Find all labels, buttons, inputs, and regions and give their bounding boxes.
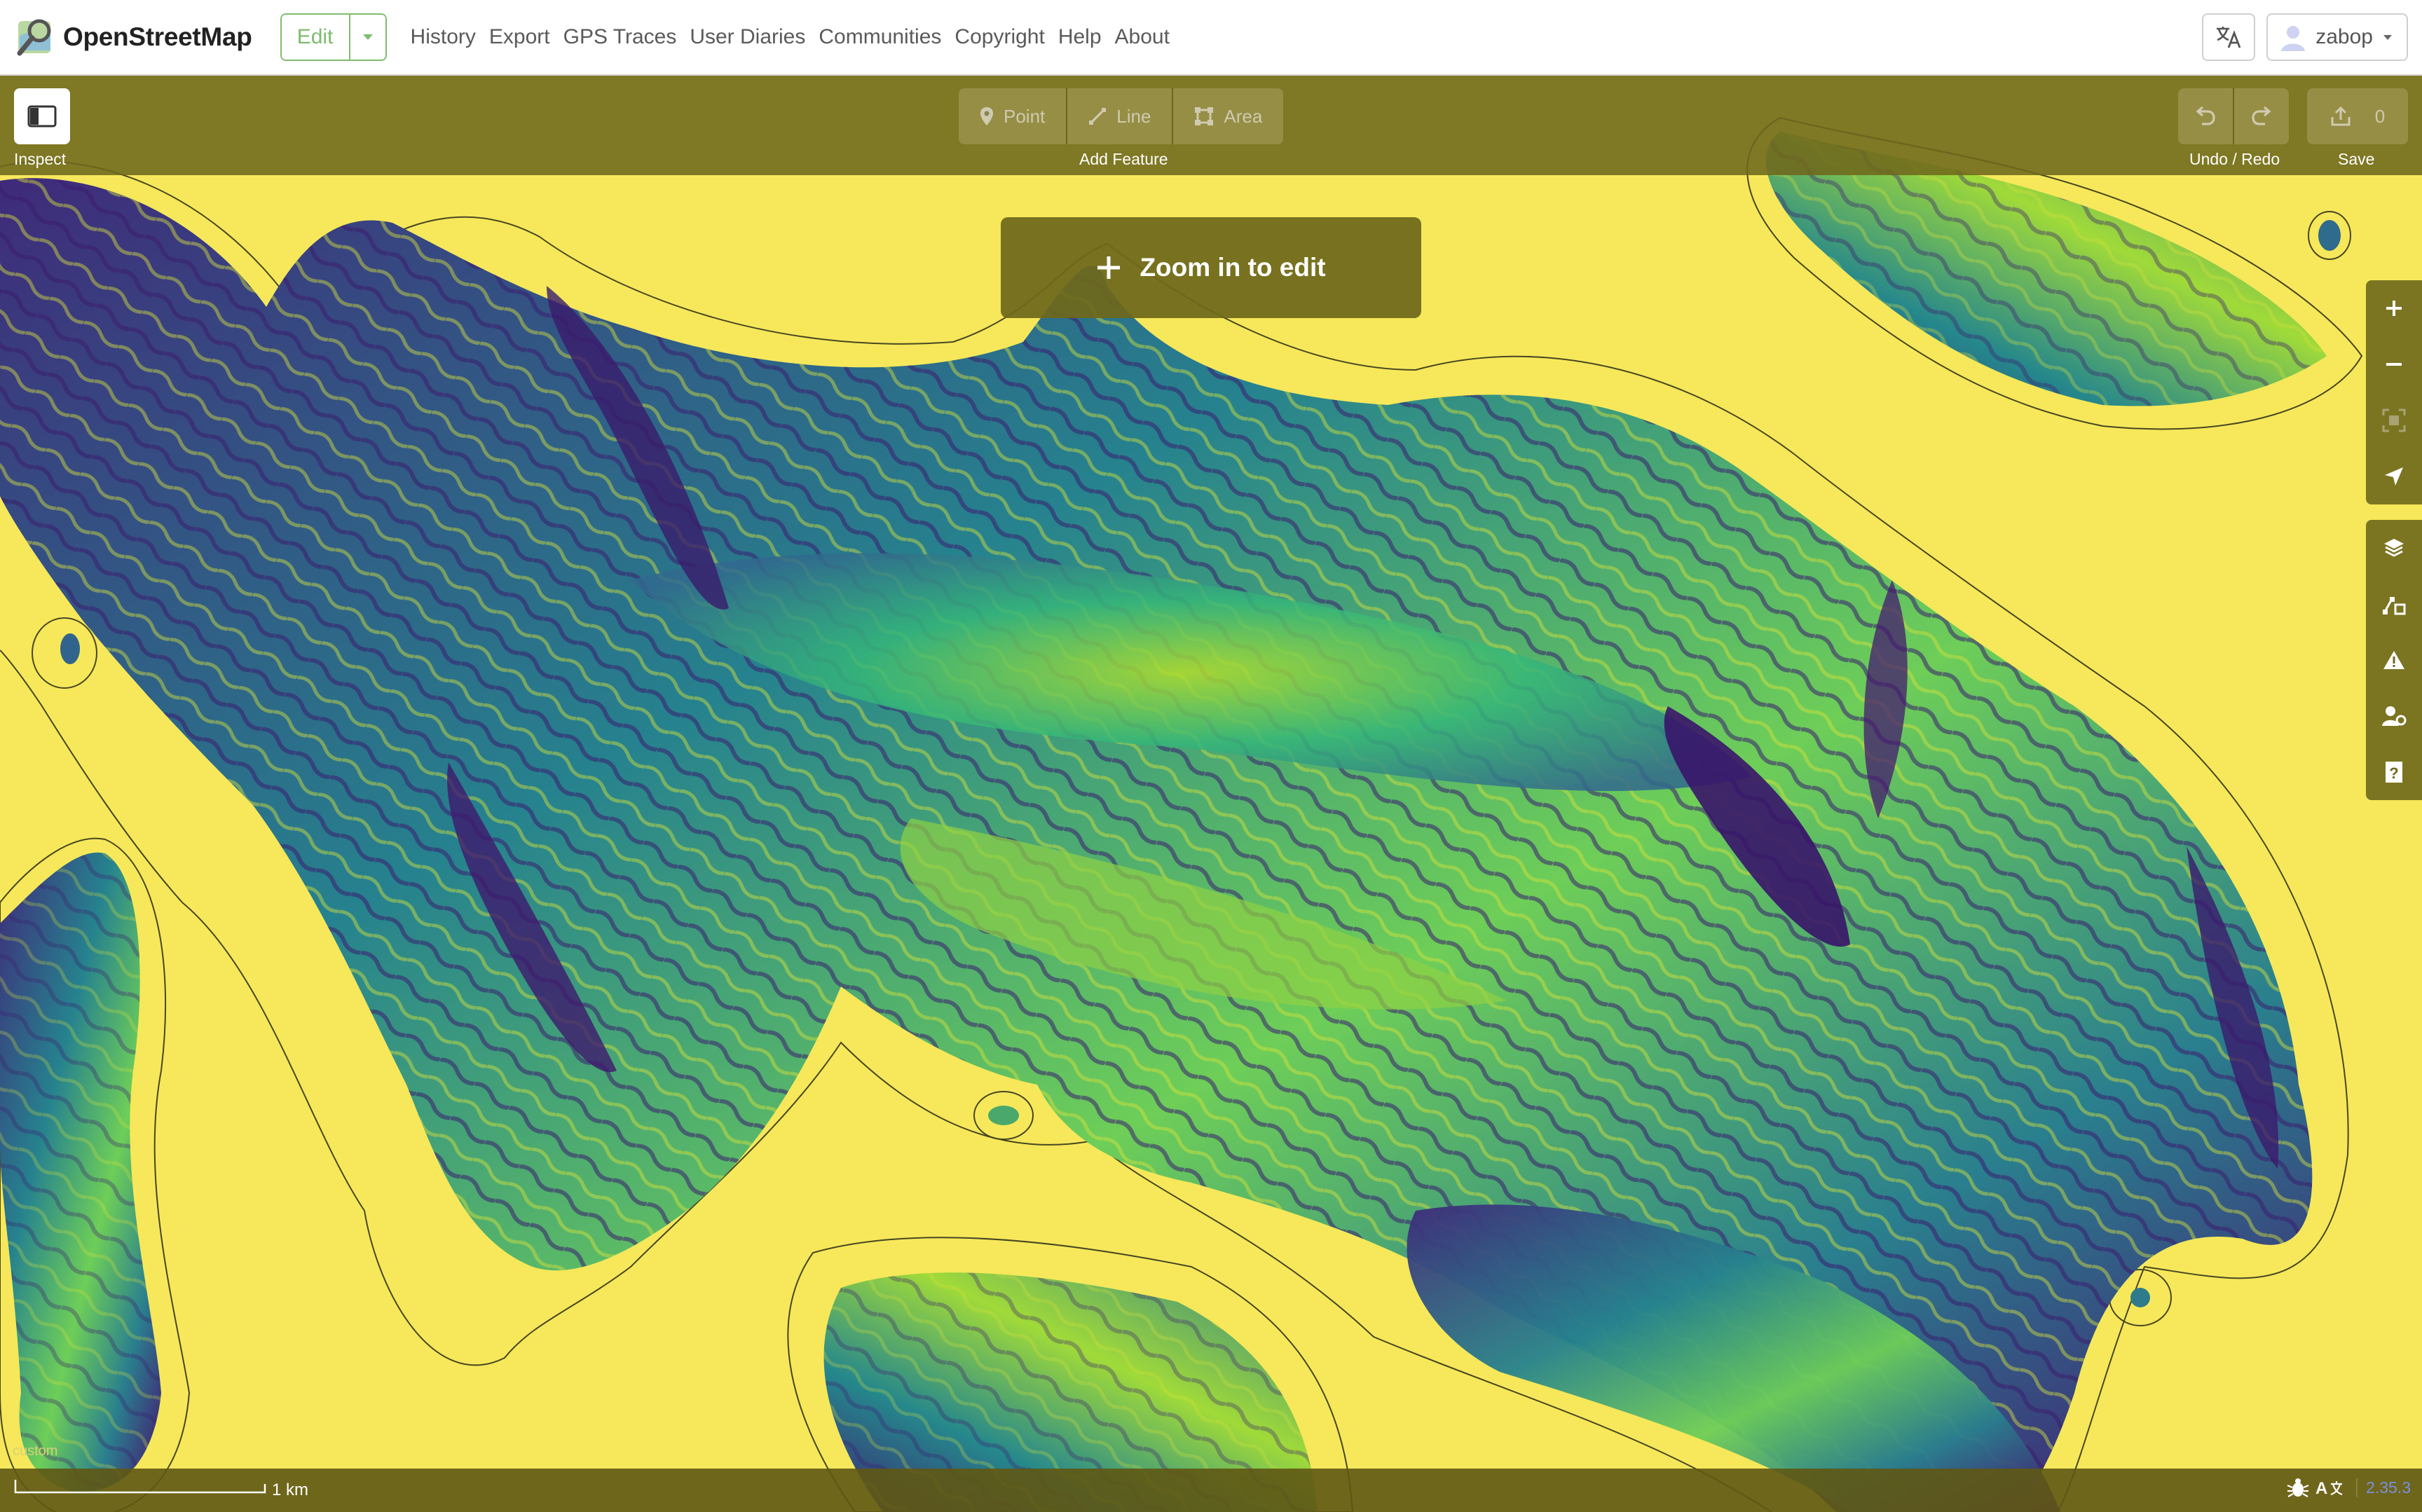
help-icon: ? <box>2386 762 2402 783</box>
redo-button[interactable] <box>2234 88 2289 144</box>
save-button[interactable]: 0 <box>2307 88 2408 144</box>
translate-icon <box>2217 27 2241 48</box>
svg-text:?: ? <box>2389 764 2398 782</box>
imagery-attribution: custom <box>13 1443 58 1459</box>
version-label[interactable]: 2.35.3 <box>2356 1478 2411 1497</box>
add-feature-modes: Point Line Area <box>959 88 1284 144</box>
nav-communities[interactable]: Communities <box>819 25 941 49</box>
map-data-icon <box>2383 597 2406 615</box>
sidebar-toggle-icon <box>27 105 57 128</box>
main-nav: History Export GPS Traces User Diaries C… <box>411 25 1183 49</box>
nav-export[interactable]: Export <box>489 25 550 49</box>
footer-right: A 2.35.3 <box>2280 1477 2411 1498</box>
nav-copyright[interactable]: Copyright <box>955 25 1044 49</box>
help-pane-button[interactable]: ? <box>2366 744 2422 800</box>
panel-controls: ? <box>2366 520 2422 800</box>
upload-icon <box>2331 106 2351 126</box>
background-layers-icon <box>2384 539 2404 557</box>
nav-help[interactable]: Help <box>1058 25 1102 49</box>
edit-dropdown-toggle[interactable] <box>350 15 385 60</box>
line-icon <box>1089 108 1107 125</box>
osm-logo-icon <box>17 19 51 56</box>
zoom-in-to-edit-label: Zoom in to edit <box>1140 253 1326 282</box>
zoom-in-icon <box>2386 301 2402 316</box>
preferences-pane-button[interactable] <box>2366 688 2422 744</box>
zoom-in-button[interactable] <box>2366 280 2422 336</box>
point-label: Point <box>1004 105 1046 127</box>
bug-icon[interactable] <box>2286 1477 2310 1498</box>
undo-redo-label: Undo / Redo <box>2189 150 2280 168</box>
site-name: OpenStreetMap <box>63 22 252 51</box>
osm-logo-link[interactable]: OpenStreetMap <box>14 0 252 74</box>
redo-icon <box>2252 106 2271 125</box>
zoom-out-icon <box>2386 363 2402 366</box>
chevron-down-icon <box>362 34 373 40</box>
undo-button[interactable] <box>2178 88 2234 144</box>
edit-button[interactable]: Edit <box>281 15 350 60</box>
header-right: zabop <box>2202 13 2408 61</box>
background-pane-button[interactable] <box>2366 520 2422 576</box>
inspect-label: Inspect <box>14 150 67 168</box>
svg-text:A: A <box>2315 1479 2327 1498</box>
user-menu-button[interactable]: zabop <box>2266 13 2408 61</box>
area-label: Area <box>1224 105 1263 127</box>
undo-icon <box>2196 106 2215 125</box>
add-point-button[interactable]: Point <box>959 88 1068 144</box>
map-footer: 1 km A 2.35.3 <box>0 1469 2422 1512</box>
edit-count: 0 <box>2374 105 2386 127</box>
editor-toolbar: Inspect Point Line Area Add Feature Undo… <box>0 76 2422 175</box>
nav-about[interactable]: About <box>1115 25 1170 49</box>
zoom-in-to-edit-button[interactable]: Zoom in to edit <box>1001 217 1421 318</box>
zoom-to-selection-icon <box>2382 408 2406 432</box>
zoom-out-button[interactable] <box>2366 336 2422 392</box>
preferences-icon <box>2382 706 2407 726</box>
nav-gps-traces[interactable]: GPS Traces <box>563 25 677 49</box>
scale-label: 1 km <box>272 1480 309 1499</box>
inspect-button[interactable] <box>14 88 70 144</box>
map-data-pane-button[interactable] <box>2366 576 2422 632</box>
language-button[interactable] <box>2202 13 2256 61</box>
nav-user-diaries[interactable]: User Diaries <box>690 25 805 49</box>
line-label: Line <box>1116 105 1151 127</box>
add-line-button[interactable]: Line <box>1067 88 1174 144</box>
point-icon <box>980 107 993 125</box>
chevron-down-icon <box>2383 34 2392 40</box>
translate-icon[interactable]: A <box>2315 1477 2346 1498</box>
nav-history[interactable]: History <box>411 25 476 49</box>
geolocate-icon <box>2385 467 2403 486</box>
add-feature-label: Add Feature <box>1079 150 1168 168</box>
scale-bar[interactable] <box>14 1478 266 1494</box>
zoom-to-selection-button[interactable] <box>2366 392 2422 448</box>
save-label: Save <box>2338 150 2375 168</box>
map-controls <box>2366 280 2422 504</box>
plus-icon <box>1097 256 1121 279</box>
username: zabop <box>2315 25 2373 48</box>
issues-pane-button[interactable] <box>2366 632 2422 688</box>
issues-icon <box>2383 651 2404 669</box>
add-area-button[interactable]: Area <box>1173 88 1284 144</box>
site-header: OpenStreetMap Edit History Export GPS Tr… <box>0 0 2422 76</box>
area-icon <box>1195 107 1214 125</box>
edit-button-group: Edit <box>280 13 387 61</box>
geolocate-button[interactable] <box>2366 448 2422 504</box>
undo-redo-group <box>2178 88 2289 144</box>
avatar-icon <box>2281 26 2306 51</box>
